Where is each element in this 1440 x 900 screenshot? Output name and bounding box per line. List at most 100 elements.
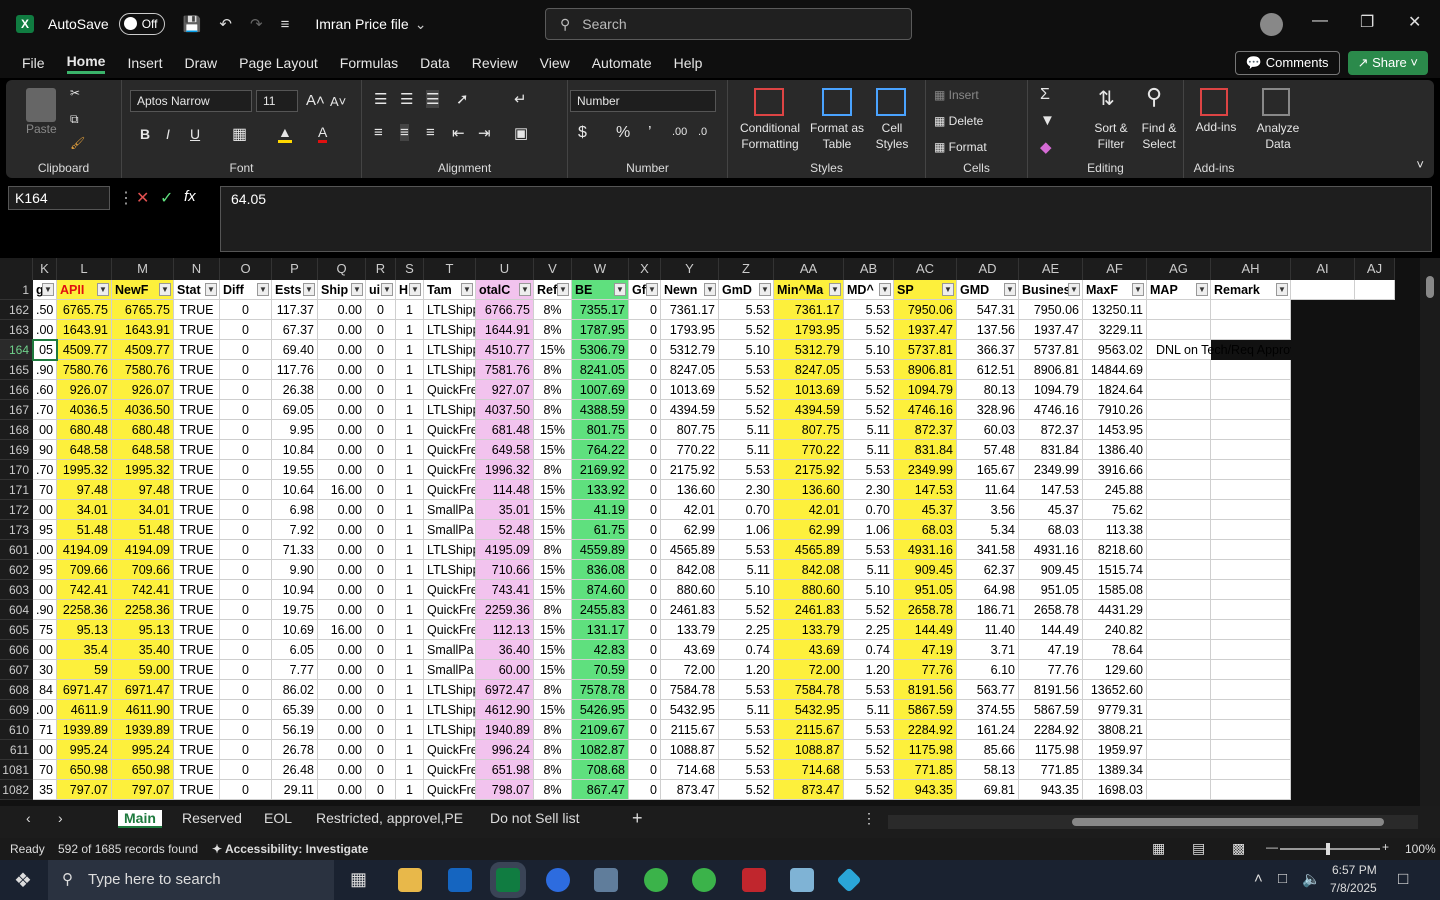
grid-cell[interactable]: 70 bbox=[33, 760, 57, 780]
grid-cell[interactable]: 8218.60 bbox=[1083, 540, 1147, 560]
grid-cell[interactable] bbox=[1211, 780, 1291, 800]
grid-cell[interactable]: 0 bbox=[220, 700, 272, 720]
grid-cell[interactable]: 7.92 bbox=[272, 520, 318, 540]
grid-cell[interactable]: 7584.78 bbox=[661, 680, 719, 700]
grid-cell[interactable]: 710.66 bbox=[476, 560, 534, 580]
row-header[interactable]: 162 bbox=[0, 300, 33, 320]
name-box[interactable]: K164 bbox=[8, 186, 110, 210]
grid-cell[interactable] bbox=[1355, 420, 1395, 440]
grid-cell[interactable]: 1 bbox=[396, 620, 424, 640]
grid-cell[interactable]: 0 bbox=[220, 380, 272, 400]
column-header-n[interactable]: N bbox=[174, 258, 220, 280]
comments-button[interactable]: 💬 Comments bbox=[1234, 51, 1340, 75]
grid-cell[interactable]: 0.00 bbox=[318, 580, 366, 600]
grid-cell[interactable] bbox=[1355, 340, 1395, 360]
grid-cell[interactable]: 0 bbox=[220, 620, 272, 640]
row-header[interactable]: 611 bbox=[0, 740, 33, 760]
undo-icon[interactable]: ↶ bbox=[219, 15, 232, 33]
row-header[interactable]: 164 bbox=[0, 340, 33, 360]
row-header[interactable]: 610 bbox=[0, 720, 33, 740]
grid-cell[interactable]: 16.00 bbox=[318, 480, 366, 500]
grid-cell[interactable]: 5.10 bbox=[844, 340, 894, 360]
grid-cell[interactable]: 0 bbox=[220, 320, 272, 340]
grid-cell[interactable]: 161.24 bbox=[957, 720, 1019, 740]
grid-cell[interactable]: 5426.95 bbox=[572, 700, 629, 720]
filter-header-cell[interactable]: ui ▼ bbox=[366, 280, 396, 300]
grid-cell[interactable]: 34.01 bbox=[112, 500, 174, 520]
grid-cell[interactable]: 1389.34 bbox=[1083, 760, 1147, 780]
grid-cell[interactable]: 72.00 bbox=[774, 660, 844, 680]
sheet-tab-reserved[interactable]: Reserved bbox=[182, 810, 242, 826]
grid-cell[interactable]: LTLShipp bbox=[424, 720, 476, 740]
grid-cell[interactable] bbox=[1211, 620, 1291, 640]
insert-function-icon[interactable]: fx bbox=[184, 188, 196, 205]
filter-header-cell[interactable]: BE ▼ bbox=[572, 280, 629, 300]
grid-cell[interactable] bbox=[1291, 720, 1355, 740]
grid-cell[interactable] bbox=[1355, 740, 1395, 760]
grid-cell[interactable]: 78.64 bbox=[1083, 640, 1147, 660]
grid-cell[interactable]: 0 bbox=[366, 360, 396, 380]
column-header-z[interactable]: Z bbox=[719, 258, 774, 280]
grid-cell[interactable]: 3808.21 bbox=[1083, 720, 1147, 740]
grid-cell[interactable]: 165.67 bbox=[957, 460, 1019, 480]
zoom-slider[interactable] bbox=[1280, 843, 1380, 855]
grid-cell[interactable]: 927.07 bbox=[476, 380, 534, 400]
grid-cell[interactable]: 0 bbox=[629, 500, 661, 520]
grid-cell[interactable]: 147.53 bbox=[1019, 480, 1083, 500]
column-header-ae[interactable]: AE bbox=[1019, 258, 1083, 280]
grid-cell[interactable]: 62.99 bbox=[774, 520, 844, 540]
grid-cell[interactable]: 0 bbox=[366, 460, 396, 480]
filter-header-cell[interactable]: Ref ▼ bbox=[534, 280, 572, 300]
grid-cell[interactable]: 880.60 bbox=[774, 580, 844, 600]
grid-cell[interactable]: 374.55 bbox=[957, 700, 1019, 720]
filter-header-cell[interactable] bbox=[1291, 280, 1355, 300]
grid-cell[interactable]: 133.92 bbox=[572, 480, 629, 500]
grid-cell[interactable]: 0 bbox=[366, 620, 396, 640]
grid-cell[interactable]: 114.48 bbox=[476, 480, 534, 500]
grid-cell[interactable]: 770.22 bbox=[661, 440, 719, 460]
tab-automate[interactable]: Automate bbox=[592, 55, 652, 71]
column-header-y[interactable]: Y bbox=[661, 258, 719, 280]
clock-date[interactable]: 7/8/2025 bbox=[1330, 881, 1377, 895]
font-name-select[interactable]: Aptos Narrow bbox=[130, 90, 252, 112]
borders-icon[interactable]: ▦ bbox=[232, 124, 247, 144]
grid-cell[interactable]: LTLShipp bbox=[424, 700, 476, 720]
grid-cell[interactable] bbox=[1291, 600, 1355, 620]
column-header-af[interactable]: AF bbox=[1083, 258, 1147, 280]
grid-cell[interactable]: 86.02 bbox=[272, 680, 318, 700]
column-header-u[interactable]: U bbox=[476, 258, 534, 280]
grid-cell[interactable]: 35 bbox=[33, 780, 57, 800]
grid-cell[interactable]: 1 bbox=[396, 440, 424, 460]
grid-cell[interactable]: 4611.9 bbox=[57, 700, 112, 720]
notifications-icon[interactable]: □ bbox=[1398, 869, 1408, 889]
grid-cell[interactable] bbox=[1355, 480, 1395, 500]
bold-icon[interactable]: B bbox=[140, 126, 150, 142]
delete-cells-button[interactable]: ▦ Delete bbox=[934, 114, 983, 128]
grid-cell[interactable]: 909.45 bbox=[894, 560, 957, 580]
grid-cell[interactable] bbox=[1355, 780, 1395, 800]
grid-cell[interactable]: 831.84 bbox=[1019, 440, 1083, 460]
grid-cell[interactable]: 2349.99 bbox=[894, 460, 957, 480]
grid-cell[interactable]: 1 bbox=[396, 340, 424, 360]
grid-cell[interactable]: 0 bbox=[629, 680, 661, 700]
grid-cell[interactable]: 0.00 bbox=[318, 320, 366, 340]
insert-cells-button[interactable]: ▦ Insert bbox=[934, 88, 979, 102]
grid-cell[interactable]: 0 bbox=[220, 400, 272, 420]
filter-header-cell[interactable]: GmD ▼ bbox=[719, 280, 774, 300]
row-header[interactable]: 169 bbox=[0, 440, 33, 460]
grid-cell[interactable]: 10.84 bbox=[272, 440, 318, 460]
grid-cell[interactable]: 797.07 bbox=[57, 780, 112, 800]
redo-icon[interactable]: ↷ bbox=[250, 15, 263, 33]
grid-cell[interactable] bbox=[1355, 400, 1395, 420]
grid-cell[interactable]: 1 bbox=[396, 500, 424, 520]
grid-cell[interactable] bbox=[1211, 760, 1291, 780]
sort-filter-button[interactable]: Sort & Filter bbox=[1086, 120, 1136, 152]
font-size-select[interactable]: 11 bbox=[256, 90, 298, 112]
grid-cell[interactable]: 0 bbox=[366, 320, 396, 340]
grid-cell[interactable]: 1515.74 bbox=[1083, 560, 1147, 580]
grid-cell[interactable]: 2658.78 bbox=[1019, 600, 1083, 620]
grid-cell[interactable]: 26.78 bbox=[272, 740, 318, 760]
grid-cell[interactable]: TRUE bbox=[174, 700, 220, 720]
grid-cell[interactable]: 69.05 bbox=[272, 400, 318, 420]
grid-cell[interactable]: 4611.90 bbox=[112, 700, 174, 720]
